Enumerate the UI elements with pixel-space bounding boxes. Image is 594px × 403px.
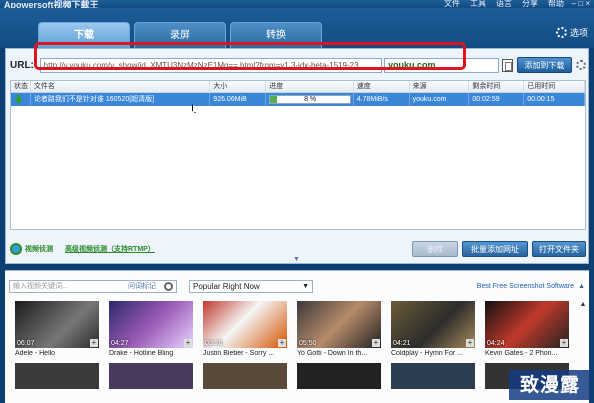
paste-icon[interactable] [501,58,513,72]
settings-gear-icon[interactable] [576,60,586,70]
header-size[interactable]: 大小 [210,81,267,92]
batch-add-url-button[interactable]: 批量添加网址 [462,241,528,257]
progress-bar: 8 % [269,95,352,104]
remaining-cell: 00:02:59 [469,93,525,106]
search-icon[interactable] [164,281,173,291]
video-thumbnail[interactable] [391,363,475,389]
chevron-down-icon: ▼ [302,282,309,290]
video-browser: 输入视频关键词... 问词标记 Popular Right Now ▼ Best… [5,270,589,403]
ad-link[interactable]: Best Free Screenshot Software [477,283,574,290]
video-search-input[interactable]: 输入视频关键词... 问词标记 [9,279,177,293]
video-duration: 04:24 [487,340,505,347]
video-card[interactable]: 06:07 + Adele - Hello [15,301,99,359]
delete-button[interactable]: 删除 [412,241,458,257]
title-bar: Apowersoft视频下载王 文件 工具 语言 分享 帮助 – □ × [0,0,594,10]
header-elapsed[interactable]: 已用时间 [524,81,586,92]
header-speed[interactable]: 速度 [354,81,410,92]
video-detect-icon [10,243,22,255]
video-duration: 03:26 [205,340,223,347]
video-thumbnail[interactable] [109,363,193,389]
table-row[interactable]: 论者路我们不是针对谁 160520[超清版] 926.06MiB 8 % 4.7… [11,93,586,106]
filename-cell: 论者路我们不是针对谁 160520[超清版] [31,93,211,106]
add-video-icon[interactable]: + [372,339,380,347]
progress-text: 8 % [304,96,317,103]
category-value: Popular Right Now [193,281,260,291]
video-thumbnail[interactable]: 05:50 + [297,301,381,348]
video-thumbnail[interactable]: 04:21 + [391,301,475,348]
watermark-logo: 致漫露 [509,370,591,400]
video-card[interactable]: 05:50 + Yo Gotti - Down In th... [297,301,381,359]
action-buttons: 删除 批量添加网址 打开文件夹 [412,241,586,257]
open-folder-button[interactable]: 打开文件夹 [532,241,586,257]
window-controls[interactable]: – □ × [572,0,590,8]
elapsed-cell: 00:00:15 [524,93,586,106]
add-video-icon[interactable]: + [278,339,286,347]
video-thumbnail[interactable] [297,363,381,389]
video-title[interactable]: Drake - Hotline Bling [109,350,193,359]
video-duration: 05:50 [299,340,317,347]
add-video-icon[interactable]: + [560,339,568,347]
video-card[interactable]: 04:24 + Kevin Gates - 2 Phon... [485,301,569,359]
scroll-up-icon[interactable]: ▲ [579,301,587,308]
gear-icon [555,27,567,38]
video-title[interactable]: Kevin Gates - 2 Phon... [485,350,569,359]
header-source[interactable]: 来源 [410,81,470,92]
header-remaining[interactable]: 剩余时间 [469,81,525,92]
video-thumbnail[interactable] [203,363,287,389]
add-video-icon[interactable]: + [466,339,474,347]
video-thumbnail[interactable]: 04:27 + [109,301,193,348]
video-browser-toolbar: 输入视频关键词... 问词标记 Popular Right Now ▼ Best… [9,279,585,293]
video-detect-toggle[interactable]: 视频侦测 [10,243,53,255]
progress-cell: 8 % [266,93,354,106]
video-card[interactable]: 04:27 + Drake - Hotline Bling [109,301,193,359]
video-duration: 04:21 [393,340,411,347]
options-button[interactable]: 选项 [555,26,588,39]
header-progress[interactable]: 进度 [266,81,354,92]
video-duration: 06:07 [17,340,35,347]
speed-cell: 4.78MiB/s [354,93,410,106]
add-video-icon[interactable]: + [184,339,192,347]
download-arrow-icon [14,95,23,104]
video-title[interactable]: Coldplay - Hymn For ... [391,350,475,359]
video-thumbnail[interactable] [15,363,99,389]
annotation-highlight-box [34,42,466,70]
status-cell [11,93,31,106]
video-thumbnail[interactable]: 04:24 + [485,301,569,348]
ad-arrow-icon[interactable]: ▲ [578,283,585,290]
category-select[interactable]: Popular Right Now ▼ [189,279,313,293]
download-table: 状态 文件名 大小 进度 速度 来源 剩余时间 已用时间 论者路我们不是针对谁 … [10,80,586,230]
download-panel: URL: http://v.youku.com/v_show/id_XMTU3N… [5,48,589,264]
video-title[interactable]: Justin Bieber - Sorry ... [203,350,287,359]
options-label: 选项 [569,28,588,38]
header-filename[interactable]: 文件名 [31,81,211,92]
header-status[interactable]: 状态 [11,81,31,92]
table-header: 状态 文件名 大小 进度 速度 来源 剩余时间 已用时间 [11,81,586,93]
video-thumbnail[interactable]: 03:26 + [203,301,287,348]
advanced-detect-link[interactable]: 高级视频侦测（支持RTMP） [65,244,155,254]
collapse-chevron-icon[interactable]: ▼ [293,256,300,263]
add-to-download-button[interactable]: 添加到下载 [516,57,573,73]
add-video-icon[interactable]: + [90,339,98,347]
tag-label: 问词标记 [128,282,156,290]
size-cell: 926.06MiB [210,93,267,106]
video-title[interactable]: Yo Gotti - Down In th... [297,350,381,359]
source-cell: youku.com [410,93,470,106]
video-detect-label: 视频侦测 [25,246,53,253]
video-thumbnail[interactable]: 06:07 + [15,301,99,348]
video-card[interactable]: 03:26 + Justin Bieber - Sorry ... [203,301,287,359]
video-card[interactable]: 04:21 + Coldplay - Hymn For ... [391,301,475,359]
search-placeholder: 输入视频关键词... [13,282,68,290]
video-title[interactable]: Adele - Hello [15,350,99,359]
video-duration: 04:27 [111,340,129,347]
video-grid: 06:07 + Adele - Hello 04:27 + Drake - Ho… [15,301,585,389]
